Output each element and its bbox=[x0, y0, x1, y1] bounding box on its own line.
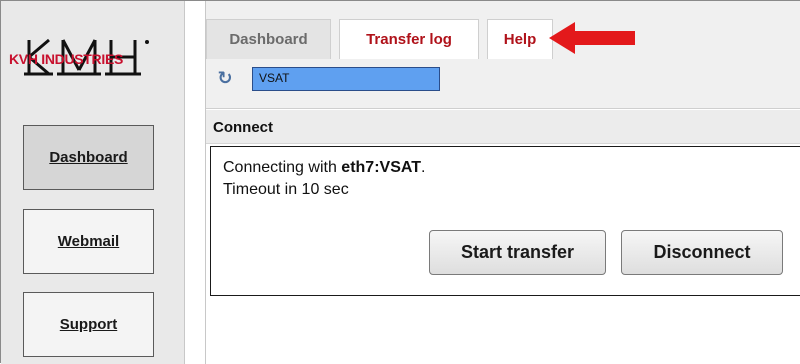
tab-dashboard[interactable]: Dashboard bbox=[206, 19, 331, 59]
red-arrow-icon bbox=[549, 22, 635, 54]
sidebar-item-support[interactable]: Support bbox=[23, 292, 154, 357]
status-prefix: Connecting with bbox=[223, 159, 342, 176]
sidebar: KVH INDUSTRIES Dashboard Webmail Support bbox=[1, 1, 185, 364]
tab-transfer-log[interactable]: Transfer log bbox=[339, 19, 479, 59]
connection-select[interactable]: VSAT bbox=[252, 67, 440, 91]
timeout-text: Timeout in 10 sec bbox=[223, 181, 349, 198]
main-panel: Dashboard Transfer log Help ↻ VSAT Conne… bbox=[205, 1, 800, 364]
disconnect-button[interactable]: Disconnect bbox=[621, 230, 783, 275]
sidebar-item-dashboard[interactable]: Dashboard bbox=[23, 125, 154, 190]
tab-help[interactable]: Help bbox=[487, 19, 553, 59]
connect-panel: Connecting with eth7:VSAT. Timeout in 10… bbox=[210, 146, 800, 296]
refresh-icon[interactable]: ↻ bbox=[214, 67, 236, 89]
status-target: eth7:VSAT bbox=[341, 159, 422, 176]
status-suffix: . bbox=[421, 159, 426, 176]
brand-name: KVH INDUSTRIES bbox=[9, 51, 124, 67]
start-transfer-button[interactable]: Start transfer bbox=[429, 230, 606, 275]
app-frame: KVH INDUSTRIES Dashboard Webmail Support… bbox=[0, 0, 800, 364]
topbar: Dashboard Transfer log Help ↻ VSAT bbox=[206, 1, 800, 109]
status-line: Connecting with eth7:VSAT. bbox=[223, 159, 425, 177]
connect-header: Connect bbox=[206, 110, 800, 144]
sidebar-item-webmail[interactable]: Webmail bbox=[23, 209, 154, 274]
